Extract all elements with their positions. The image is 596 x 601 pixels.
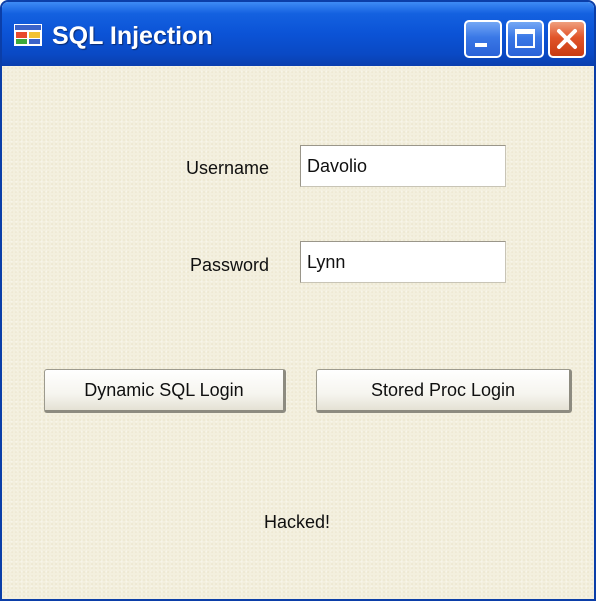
minimize-icon [475, 43, 487, 47]
close-button[interactable] [548, 20, 586, 58]
maximize-icon [515, 29, 535, 48]
password-label: Password [189, 255, 269, 275]
username-label: Username [185, 158, 269, 178]
close-icon [557, 29, 577, 49]
maximize-button[interactable] [506, 20, 544, 58]
minimize-button[interactable] [464, 20, 502, 58]
stored-proc-login-button[interactable]: Stored Proc Login [316, 369, 572, 413]
password-input[interactable] [300, 241, 506, 283]
username-input[interactable] [300, 145, 506, 187]
sql-injection-window: SQL Injection Username Password Dynamic … [0, 0, 596, 601]
app-window-icon [14, 24, 42, 46]
status-message: Hacked! [264, 512, 331, 532]
title-bar[interactable]: SQL Injection [2, 2, 594, 66]
window-title: SQL Injection [52, 22, 213, 50]
dynamic-sql-login-button[interactable]: Dynamic SQL Login [44, 369, 286, 413]
